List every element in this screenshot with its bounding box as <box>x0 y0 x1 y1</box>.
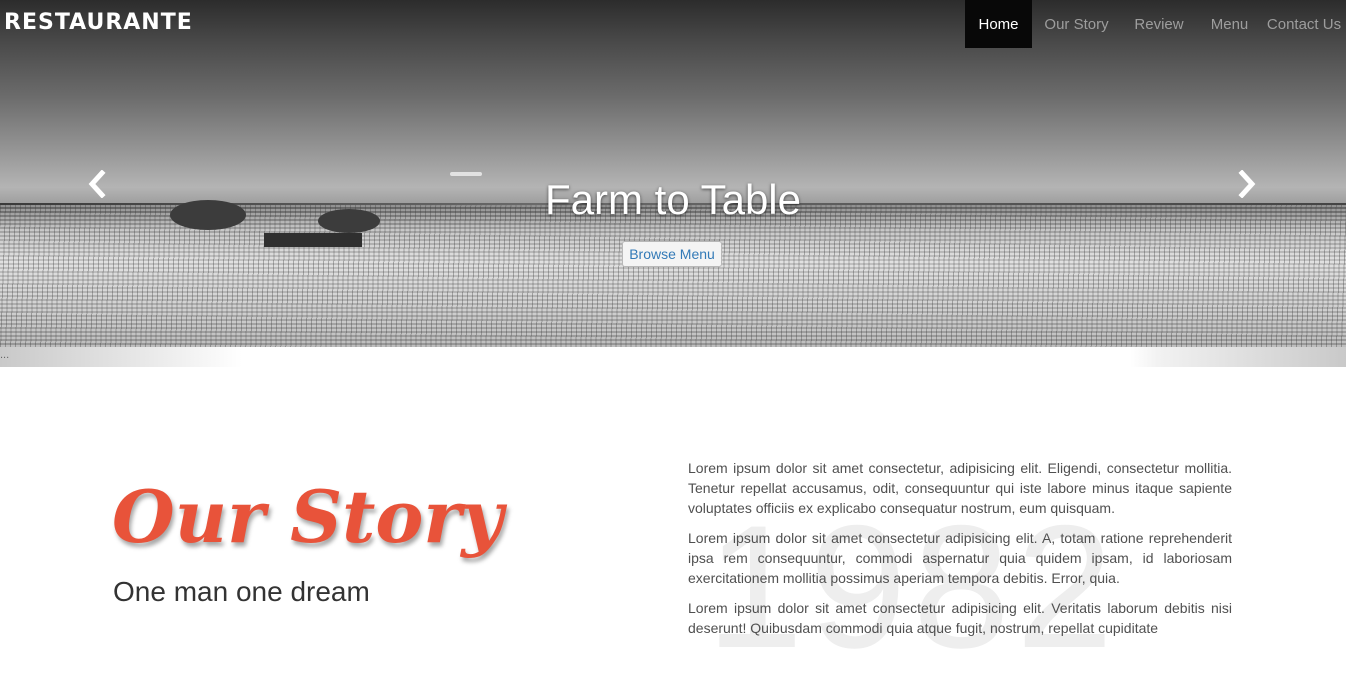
story-text: Lorem ipsum dolor sit amet consectetur, … <box>688 458 1232 648</box>
strip-text: ... <box>0 349 10 361</box>
nav-item-contact-us[interactable]: Contact Us <box>1262 0 1346 48</box>
nav-item-review[interactable]: Review <box>1121 0 1197 48</box>
nav-item-menu[interactable]: Menu <box>1197 0 1262 48</box>
brand-logo[interactable]: RESTAURANTE <box>4 10 193 35</box>
divider-strip <box>0 347 1346 367</box>
story-paragraph: Lorem ipsum dolor sit amet consectetur a… <box>688 530 1232 586</box>
story-paragraph: Lorem ipsum dolor sit amet consectetur a… <box>688 600 1232 636</box>
story-paragraph: Lorem ipsum dolor sit amet consectetur, … <box>688 460 1232 516</box>
section-title: Our Story <box>112 474 504 559</box>
nav-item-home[interactable]: Home <box>965 0 1032 48</box>
tractor-shape <box>264 233 362 247</box>
nav-item-our-story[interactable]: Our Story <box>1032 0 1121 48</box>
hero-carousel: RESTAURANTE Home Our Story Review Menu C… <box>0 0 1346 347</box>
browse-menu-button[interactable]: Browse Menu <box>622 241 722 267</box>
main-nav: Home Our Story Review Menu Contact Us <box>965 0 1346 48</box>
section-subtitle: One man one dream <box>113 576 370 607</box>
carousel-caption: Farm to Table <box>545 176 801 223</box>
